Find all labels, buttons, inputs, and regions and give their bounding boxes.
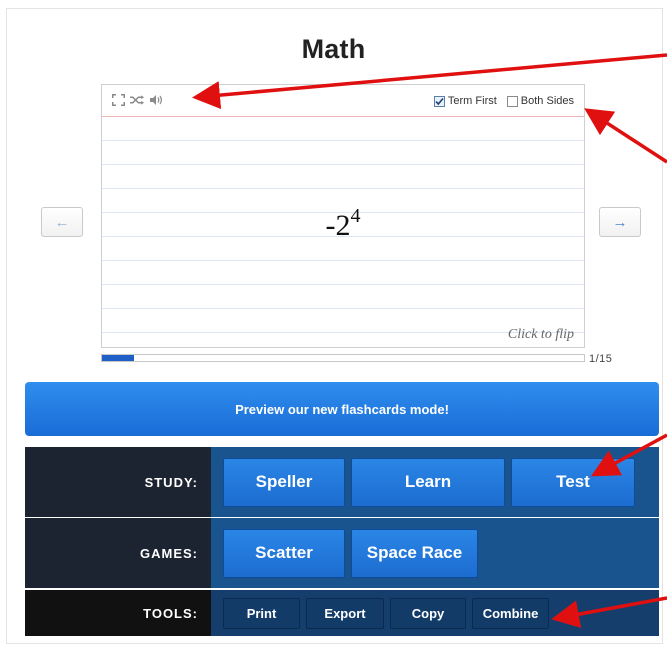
card-term: -24 [102, 205, 584, 243]
games-row: GAMES: Scatter Space Race [25, 518, 659, 588]
study-label: STUDY: [25, 447, 211, 517]
both-sides-label: Both Sides [520, 95, 574, 107]
both-sides-checkbox[interactable] [506, 95, 518, 107]
scatter-button[interactable]: Scatter [223, 528, 345, 578]
card-toolbar [111, 94, 163, 106]
both-sides-option[interactable]: Both Sides [506, 95, 574, 107]
term-base: -2 [325, 209, 351, 242]
export-button[interactable]: Export [306, 597, 384, 629]
study-buttons: Speller Learn Test [211, 447, 659, 517]
tools-label: TOOLS: [25, 590, 211, 636]
term-first-label: Term First [447, 95, 497, 107]
tools-buttons: Print Export Copy Combine [211, 590, 659, 636]
card-counter: 1/15 [589, 353, 613, 365]
card-margin-line [102, 116, 584, 117]
term-exponent: 4 [350, 205, 361, 227]
term-first-option[interactable]: Term First [433, 95, 497, 107]
preview-flashcards-banner[interactable]: Preview our new flashcards mode! [25, 382, 659, 436]
page-title: Math [301, 34, 366, 64]
games-buttons: Scatter Space Race [211, 518, 659, 588]
left-arrow-icon: ← [54, 213, 70, 231]
fullscreen-icon[interactable] [111, 94, 125, 106]
term-first-checkbox[interactable] [433, 95, 445, 107]
previous-card-button[interactable]: ← [41, 207, 83, 237]
modes-panel: STUDY: Speller Learn Test GAMES: Scatter… [25, 447, 659, 639]
combine-button[interactable]: Combine [472, 597, 549, 629]
flip-hint[interactable]: Click to flip [508, 327, 574, 343]
flashcard[interactable]: Term First Both Sides -24 Click to flip [101, 84, 585, 348]
speaker-icon[interactable] [149, 94, 163, 106]
next-card-button[interactable]: → [599, 207, 641, 237]
test-button[interactable]: Test [511, 457, 635, 507]
tools-row: TOOLS: Print Export Copy Combine [25, 590, 659, 636]
speller-button[interactable]: Speller [223, 457, 345, 507]
progress-bar [101, 354, 585, 362]
card-options: Term First Both Sides [433, 95, 574, 107]
games-label: GAMES: [25, 518, 211, 588]
progress-bar-fill [102, 355, 135, 361]
space-race-button[interactable]: Space Race [351, 528, 478, 578]
shuffle-icon[interactable] [130, 94, 144, 106]
learn-button[interactable]: Learn [351, 457, 505, 507]
copy-button[interactable]: Copy [390, 597, 466, 629]
right-arrow-icon: → [612, 213, 628, 231]
study-row: STUDY: Speller Learn Test [25, 447, 659, 517]
print-button[interactable]: Print [223, 597, 300, 629]
